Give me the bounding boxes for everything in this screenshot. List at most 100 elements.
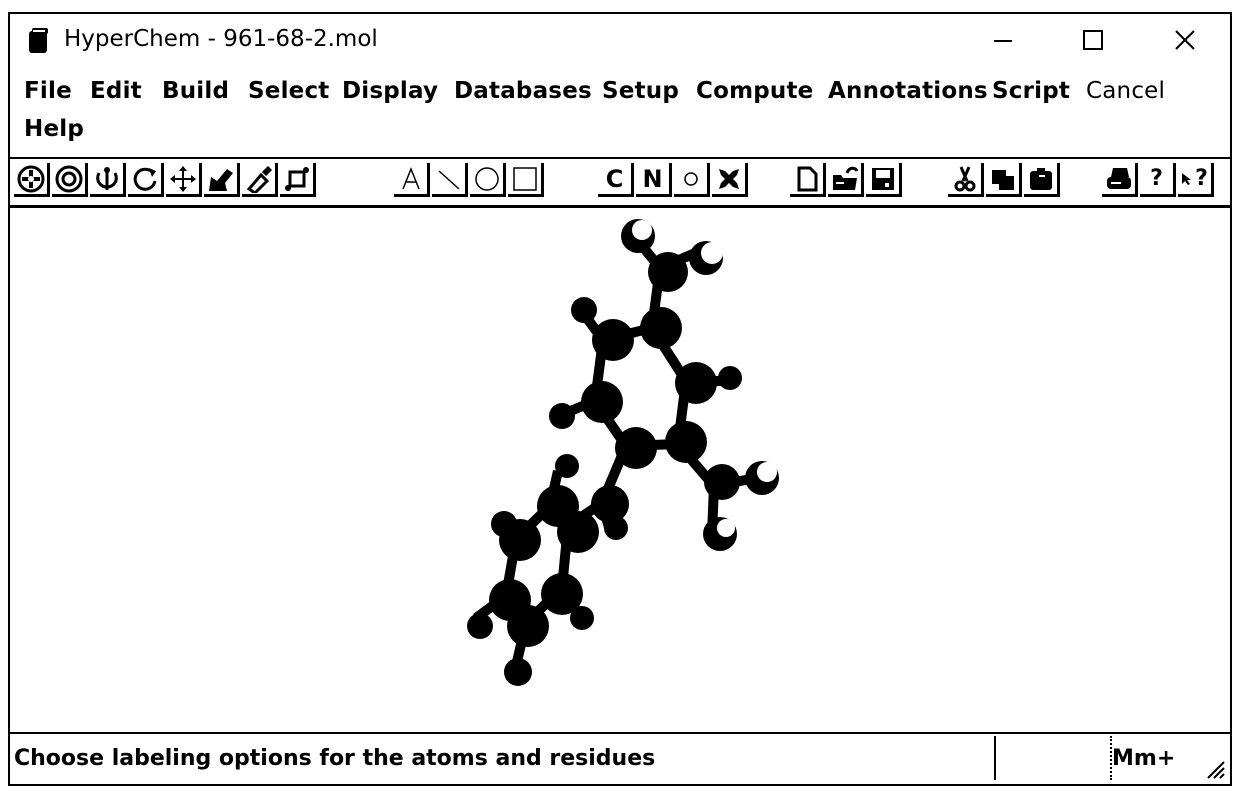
- draw-tool-button[interactable]: [14, 163, 50, 197]
- resize-grip-icon[interactable]: [1202, 756, 1226, 780]
- carbon-label: C: [605, 164, 624, 193]
- hydrogen-atom: [571, 297, 597, 323]
- draw-tool-icon: [17, 165, 44, 192]
- select-tool-icon: [55, 165, 82, 192]
- magnify-icon: [208, 168, 233, 191]
- molecule-workspace[interactable]: [10, 206, 1230, 734]
- menu-build[interactable]: Build: [162, 78, 229, 104]
- rotate-in-plane-button[interactable]: [128, 163, 164, 197]
- hydrogen-atom: [718, 366, 742, 390]
- select-tool-button[interactable]: [52, 163, 88, 197]
- menu-annotations[interactable]: Annotations: [828, 78, 988, 104]
- z-translate-tool-button[interactable]: [280, 163, 316, 197]
- hydrogen-highlight: [701, 242, 723, 264]
- paste-button[interactable]: [1024, 163, 1060, 197]
- translate-tool-button[interactable]: [166, 163, 202, 197]
- nitrogen-label: N: [642, 164, 663, 193]
- text-annotation-icon: [401, 166, 420, 189]
- carbon-atom: [557, 511, 599, 553]
- molecule-view[interactable]: [10, 206, 1230, 734]
- menu-script[interactable]: Script: [992, 78, 1070, 104]
- printer-icon: [1106, 167, 1131, 189]
- text-annotation-button[interactable]: [394, 163, 430, 197]
- status-message: Choose labeling options for the atoms an…: [14, 746, 656, 771]
- hydrogen-highlight: [717, 519, 735, 537]
- carbon-element-button[interactable]: C: [598, 163, 634, 197]
- carbon-atom: [704, 464, 740, 500]
- help-button[interactable]: ?: [1140, 163, 1176, 197]
- scissors-icon: [954, 165, 975, 191]
- hydrogen-icon: [683, 171, 698, 186]
- open-file-button[interactable]: [828, 163, 864, 197]
- rotate-z-icon: [133, 167, 156, 191]
- print-button[interactable]: [1102, 163, 1138, 197]
- hydrogen-atom: [549, 403, 575, 429]
- status-field: [994, 736, 1112, 780]
- hydrogen-highlight: [632, 220, 652, 240]
- carbon-atom: [581, 381, 623, 423]
- menu-databases[interactable]: Databases: [454, 78, 592, 104]
- line-annotation-button[interactable]: [432, 163, 468, 197]
- nitrogen-element-button[interactable]: N: [636, 163, 672, 197]
- z-clip-tool-button[interactable]: [242, 163, 278, 197]
- minimize-button[interactable]: [980, 22, 1026, 58]
- minimize-icon: [994, 40, 1012, 42]
- save-disk-icon: [871, 167, 894, 190]
- close-button[interactable]: [1162, 22, 1208, 58]
- translate-icon: [169, 165, 196, 192]
- line-annotation-icon: [437, 169, 460, 190]
- status-bar: Choose labeling options for the atoms an…: [10, 732, 1230, 784]
- menu-bar: File Edit Build Select Display Databases…: [10, 70, 1230, 150]
- magnify-tool-button[interactable]: [204, 163, 240, 197]
- z-clip-icon: [246, 165, 272, 193]
- carbon-atom: [592, 319, 634, 361]
- maximize-icon: [1083, 30, 1103, 50]
- maximize-button[interactable]: [1070, 22, 1116, 58]
- toolbar: C N ? ?: [10, 157, 1230, 208]
- menu-file[interactable]: File: [24, 78, 72, 104]
- carbon-atom: [499, 519, 541, 561]
- carbon-atom: [541, 573, 583, 615]
- rotate-out-of-plane-button[interactable]: [90, 163, 126, 197]
- ellipse-annotation-button[interactable]: [470, 163, 506, 197]
- close-icon: [1175, 30, 1195, 50]
- hyperchem-app-icon: [29, 28, 48, 53]
- hydrogen-toggle-button[interactable]: [674, 163, 710, 197]
- menu-display[interactable]: Display: [342, 78, 438, 104]
- hydrogen-highlight: [757, 462, 777, 482]
- new-file-button[interactable]: [790, 163, 826, 197]
- paste-clipboard-icon: [1029, 167, 1052, 190]
- context-help-button[interactable]: ?: [1178, 163, 1214, 197]
- menu-help[interactable]: Help: [24, 116, 84, 142]
- carbon-atom: [507, 605, 549, 647]
- element-table-icon: [718, 168, 739, 189]
- hydrogen-atom: [504, 658, 532, 686]
- title-bar[interactable]: HyperChem - 961-68-2.mol: [10, 14, 1230, 64]
- save-file-button[interactable]: [866, 163, 902, 197]
- menu-setup[interactable]: Setup: [602, 78, 679, 104]
- hydrogen-atom: [555, 454, 579, 478]
- carbon-atom: [665, 421, 707, 463]
- menu-edit[interactable]: Edit: [90, 78, 142, 104]
- hyperchem-window: HyperChem - 961-68-2.mol File Edit Build…: [8, 12, 1232, 786]
- copy-button[interactable]: [986, 163, 1022, 197]
- status-mode: Mm+: [1112, 746, 1176, 771]
- menu-cancel[interactable]: Cancel: [1086, 78, 1165, 104]
- carbon-atom: [615, 427, 657, 469]
- carbon-atom: [640, 307, 682, 349]
- carbon-atom: [591, 485, 629, 523]
- cut-button[interactable]: [948, 163, 984, 197]
- context-help-icon: ?: [1195, 166, 1208, 191]
- menu-compute[interactable]: Compute: [696, 78, 813, 104]
- ellipse-annotation-icon: [474, 166, 499, 191]
- new-file-icon: [797, 166, 817, 191]
- rectangle-annotation-button[interactable]: [508, 163, 544, 197]
- z-translate-icon: [284, 166, 309, 191]
- rotate-xy-icon: [95, 166, 118, 190]
- help-icon: ?: [1150, 166, 1163, 191]
- rectangle-annotation-icon: [512, 166, 537, 191]
- pointer-arrow-icon: [1182, 172, 1192, 185]
- copy-icon: [991, 169, 1014, 190]
- menu-select[interactable]: Select: [248, 78, 329, 104]
- periodic-table-button[interactable]: [712, 163, 748, 197]
